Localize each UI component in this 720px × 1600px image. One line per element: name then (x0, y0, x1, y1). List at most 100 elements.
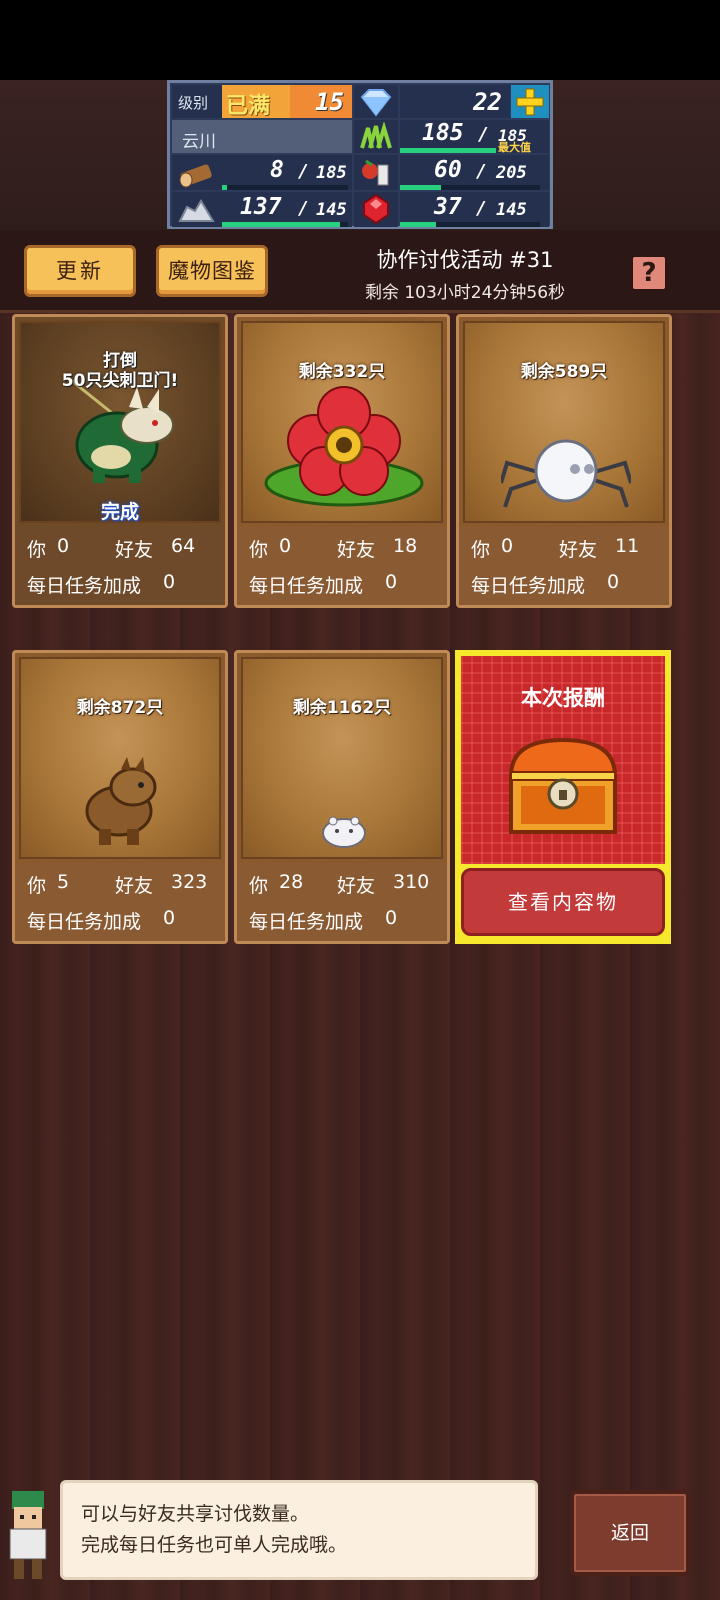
daily-bonus-value: 0 (385, 571, 398, 593)
remaining-count: 剩余332只 (298, 362, 386, 382)
player-name-box: 云川 (172, 120, 352, 153)
food-value: 60 (434, 157, 462, 183)
status-bar (0, 0, 720, 80)
you-count: 5 (57, 871, 70, 893)
wood-slash: / (298, 161, 309, 182)
wood-bar-track (222, 185, 348, 190)
friend-label: 好友 (337, 875, 376, 897)
add-gems-button[interactable] (511, 85, 549, 118)
wood-log-icon (179, 164, 212, 188)
event-title: 协作讨伐活动 #31 (376, 248, 554, 272)
remaining-count: 剩余1162只 (292, 698, 392, 718)
daily-bonus-value: 0 (163, 571, 176, 593)
grass-value-box: 185 / 185 最大值 (400, 120, 549, 154)
card-art: 打倒 50只尖刺卫门! 完成 (19, 321, 221, 523)
stone-bar (222, 222, 340, 227)
card-art: 剩余1162只 (241, 657, 443, 859)
tip-dialog: 可以与好友共享讨伐数量。 完成每日任务也可单人完成哦。 (60, 1480, 538, 1580)
wood-value: 8 (270, 157, 284, 183)
you-count: 0 (279, 535, 292, 557)
grass-icon (360, 122, 392, 149)
resource-panel: 级别 已满 15 22 云川 185 / 185 最大值 8 / 185 60 … (167, 80, 553, 229)
card-stats: 你 5 好友 323 每日任务加成 0 (15, 863, 225, 941)
food-value-box: 60 / 205 (400, 155, 549, 190)
level-maxed-box: 已满 (222, 85, 290, 119)
daily-bonus-label: 每日任务加成 (249, 575, 364, 597)
back-button[interactable]: 返回 (570, 1490, 690, 1576)
help-button[interactable]: ? (630, 254, 668, 292)
grass-icon-box (354, 120, 398, 153)
grass-value: 185 (422, 120, 464, 146)
daily-bonus-label: 每日任务加成 (27, 575, 142, 597)
card-stats: 你 28 好友 310 每日任务加成 0 (237, 863, 447, 941)
quest-card-rafflesia[interactable]: 剩余332只 你 0 好友 18 每日任务加成 0 (234, 314, 450, 608)
view-contents-button[interactable]: 查看内容物 (461, 868, 665, 936)
refresh-button[interactable]: 更新 (24, 245, 136, 297)
card-art: 剩余332只 (241, 321, 443, 523)
ruby-value: 37 (434, 194, 462, 220)
you-label: 你 (249, 539, 269, 561)
guide-avatar (0, 1485, 56, 1585)
diamond-icon (360, 89, 392, 117)
friend-count: 64 (171, 535, 196, 557)
treasure-chest-icon (508, 737, 618, 834)
guide-character-icon (9, 1491, 47, 1579)
reward-panel: 本次报酬 (461, 656, 665, 864)
quest-card-spider[interactable]: 剩余589只 你 0 好友 11 每日任务加成 0 (456, 314, 672, 608)
card-art: 剩余589只 (463, 321, 665, 523)
ruby-icon-box (354, 192, 398, 227)
completed-label: 完成 (100, 501, 139, 523)
grass-slash: / (478, 124, 489, 145)
spider-sprite (501, 439, 631, 508)
ruby-bar (400, 222, 436, 227)
friend-count: 11 (615, 535, 640, 557)
stone-icon-box (172, 192, 222, 227)
card-stats: 你 0 好友 11 每日任务加成 0 (459, 527, 669, 605)
card-stats: 你 0 好友 18 每日任务加成 0 (237, 527, 447, 605)
quest-card-white-slime[interactable]: 剩余1162只 你 28 好友 310 每日任务加成 0 (234, 650, 450, 944)
friend-count: 323 (171, 871, 208, 893)
bestiary-button[interactable]: 魔物图鉴 (156, 245, 268, 297)
level-value: 15 (315, 88, 344, 116)
reward-title: 本次报酬 (521, 686, 605, 710)
stone-max: 145 (316, 200, 347, 220)
remaining-count: 剩余589只 (520, 362, 608, 382)
card-objective: 打倒 50只尖刺卫门! (61, 351, 179, 391)
friend-count: 18 (393, 535, 418, 557)
friend-label: 好友 (337, 539, 376, 561)
wood-value-box: 8 / 185 (222, 155, 352, 190)
stone-slash: / (298, 198, 309, 219)
you-count: 0 (501, 535, 514, 557)
remaining-count: 剩余872只 (76, 698, 164, 718)
you-count: 28 (279, 871, 304, 893)
wood-max: 185 (316, 163, 347, 183)
daily-bonus-value: 0 (385, 907, 398, 929)
you-label: 你 (27, 875, 47, 897)
friend-count: 310 (393, 871, 430, 893)
level-value-box: 15 (290, 85, 352, 118)
ruby-slash: / (476, 198, 487, 219)
food-slash: / (476, 161, 487, 182)
card-art: 剩余872只 (19, 657, 221, 859)
food-bar (400, 185, 441, 190)
ruby-icon (363, 193, 389, 225)
daily-bonus-value: 0 (163, 907, 176, 929)
stone-icon (178, 199, 215, 222)
gem-value-box: 22 (400, 85, 510, 118)
player-name: 云川 (182, 132, 216, 152)
quest-card-spike-dragon[interactable]: 打倒 50只尖刺卫门! 完成 你 0 好友 64 每日任务加成 0 (12, 314, 228, 608)
level-label: 级别 (178, 94, 209, 112)
food-icon-box (354, 155, 398, 190)
ruby-max: 145 (496, 200, 527, 220)
tip-line-2: 完成每日任务也可单人完成哦。 (81, 1534, 348, 1556)
dino-sprite (85, 757, 157, 845)
quest-card-dino[interactable]: 剩余872只 你 5 好友 323 每日任务加成 0 (12, 650, 228, 944)
food-icon (362, 159, 389, 186)
reward-card: 本次报酬 查看内容物 (455, 650, 671, 944)
level-label-box: 级别 (172, 85, 222, 118)
tip-line-1: 可以与好友共享讨伐数量。 (81, 1503, 310, 1525)
grass-max-tag: 最大值 (498, 141, 531, 154)
event-time-remaining: 剩余 103小时24分钟56秒 (364, 283, 566, 303)
daily-bonus-value: 0 (607, 571, 620, 593)
friend-label: 好友 (559, 539, 598, 561)
